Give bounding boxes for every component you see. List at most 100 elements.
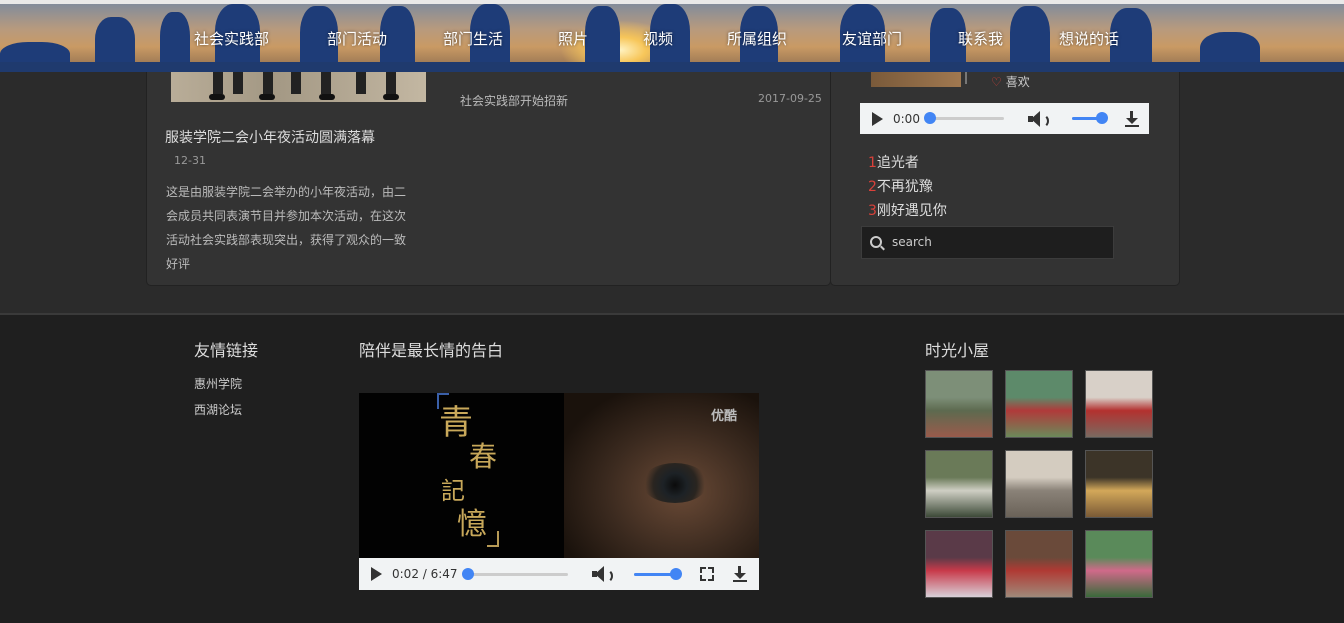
article-date: 12-31 — [174, 154, 206, 167]
image-detail — [383, 94, 399, 100]
article-summary: 这是由服装学院二会举办的小年夜活动，由二会成员共同表演节目并参加本次活动，在这次… — [166, 185, 407, 271]
icon-part — [733, 573, 746, 579]
divider — [965, 72, 967, 84]
icon-part — [707, 567, 714, 573]
poster-char: 青 — [439, 403, 473, 443]
icon-part — [1124, 124, 1139, 127]
track-title: 刚好遇见你 — [876, 203, 947, 219]
volume-wave — [605, 569, 613, 583]
image-detail — [233, 72, 243, 94]
download-icon[interactable] — [732, 565, 748, 583]
audio-time: 0:00 — [893, 111, 920, 126]
news-date: 2017-09-25 — [758, 92, 822, 105]
video-section-title: 陪伴是最长情的告白 — [359, 341, 504, 360]
image-detail — [263, 72, 273, 94]
content-panel: 服装学院二会小年夜活动圆满落幕 12-31 这是由服装学院二会举办的小年夜活动，… — [146, 72, 831, 286]
header-banner: 社会实践部 部门活动 部门生活 照片 视频 所属组织 友谊部门 联系我 想说的话 — [0, 0, 1344, 72]
gallery-photo[interactable] — [925, 530, 993, 598]
nav-item-dept-activities[interactable]: 部门活动 — [327, 28, 387, 49]
gallery-photo[interactable] — [1005, 530, 1073, 598]
volume-handle[interactable] — [669, 567, 682, 580]
image-detail — [291, 72, 301, 94]
gallery-photo[interactable] — [925, 370, 993, 438]
album-cover — [871, 72, 961, 87]
icon-part — [699, 575, 706, 581]
volume-icon[interactable] — [1027, 110, 1049, 128]
track-number: 3 — [868, 203, 877, 219]
image-detail — [386, 72, 396, 94]
image-detail — [209, 94, 225, 100]
track-number: 1 — [868, 155, 877, 171]
gallery-title: 时光小屋 — [925, 341, 990, 360]
image-detail — [321, 72, 331, 94]
track-title: 不再犹豫 — [876, 179, 933, 195]
playlist: 1追光者 2不再犹豫 3刚好遇见你 — [868, 151, 947, 223]
article-image[interactable] — [171, 72, 426, 102]
video-controls: 0:02 / 6:47 — [359, 558, 759, 590]
sidebar-panel: ♡ 喜欢 0:00 1追光者 2不再犹豫 3刚好遇见你 — [830, 72, 1180, 286]
nav-item-contact[interactable]: 联系我 — [958, 28, 1003, 49]
volume-slider[interactable] — [1071, 112, 1108, 124]
playlist-item[interactable]: 3刚好遇见你 — [868, 199, 947, 223]
download-icon[interactable] — [1124, 110, 1140, 128]
image-detail — [213, 72, 223, 94]
like-label: 喜欢 — [1005, 75, 1030, 89]
fullscreen-icon[interactable] — [699, 567, 714, 581]
nav-item-videos[interactable]: 视频 — [643, 28, 673, 49]
footer: 友情链接 惠州学院 西湖论坛 陪伴是最长情的告白 青 春 記 憶 优酷 0:02… — [0, 313, 1344, 623]
audio-player: 0:00 — [860, 103, 1149, 134]
gallery-photo[interactable] — [1005, 370, 1073, 438]
video-poster-text-area: 青 春 記 憶 — [359, 393, 564, 558]
playlist-item[interactable]: 1追光者 — [868, 151, 947, 175]
heart-icon: ♡ — [991, 75, 1002, 89]
eye-image — [642, 463, 708, 503]
track-title: 追光者 — [876, 155, 919, 171]
audio-seek-slider[interactable] — [923, 112, 1004, 124]
nav-item-dept-life[interactable]: 部门生活 — [443, 28, 503, 49]
image-detail — [319, 94, 335, 100]
link-xihu-forum[interactable]: 西湖论坛 — [194, 401, 242, 418]
gallery-photo[interactable] — [1085, 450, 1153, 518]
poster-bracket — [487, 531, 499, 547]
play-icon[interactable] — [371, 567, 382, 581]
volume-handle[interactable] — [1095, 112, 1108, 124]
gallery-photo[interactable] — [1085, 530, 1153, 598]
poster-char: 憶 — [457, 507, 487, 542]
nav-item-messages[interactable]: 想说的话 — [1059, 28, 1119, 49]
gallery-photo[interactable] — [1085, 370, 1153, 438]
article-title[interactable]: 服装学院二会小年夜活动圆满落幕 — [165, 127, 375, 147]
playlist-item[interactable]: 2不再犹豫 — [868, 175, 947, 199]
video-time: 0:02 / 6:47 — [392, 567, 458, 581]
nav-item-organization[interactable]: 所属组织 — [727, 28, 787, 49]
seek-handle[interactable] — [462, 567, 475, 580]
main-nav: 社会实践部 部门活动 部门生活 照片 视频 所属组织 友谊部门 联系我 想说的话 — [0, 0, 1344, 72]
video-player[interactable]: 青 春 記 憶 优酷 0:02 / 6:47 — [359, 393, 759, 590]
icon-part — [707, 575, 714, 581]
volume-icon[interactable] — [591, 566, 613, 583]
youku-logo: 优酷 — [711, 409, 738, 424]
play-icon[interactable] — [872, 111, 883, 126]
links-title: 友情链接 — [194, 341, 259, 360]
volume-wave — [1041, 113, 1049, 128]
icon-part — [699, 567, 706, 573]
volume-slider[interactable] — [633, 567, 682, 580]
icon-part — [732, 580, 747, 582]
video-seek-slider[interactable] — [462, 567, 568, 580]
gallery-photo[interactable] — [925, 450, 993, 518]
search-icon[interactable] — [870, 236, 882, 248]
nav-item-friendly-depts[interactable]: 友谊部门 — [842, 28, 902, 49]
link-huizhou-university[interactable]: 惠州学院 — [194, 375, 242, 392]
like-button[interactable]: ♡ 喜欢 — [991, 73, 1030, 90]
search-box — [861, 226, 1114, 259]
image-detail — [356, 72, 366, 94]
icon-part — [1125, 117, 1138, 124]
nav-item-photos[interactable]: 照片 — [558, 28, 588, 49]
news-title[interactable]: 社会实践部开始招新 — [460, 92, 568, 109]
nav-item-social-practice[interactable]: 社会实践部 — [194, 28, 269, 49]
track-number: 2 — [868, 179, 877, 195]
gallery-photo[interactable] — [1005, 450, 1073, 518]
seek-handle[interactable] — [923, 112, 936, 124]
poster-char: 春 — [469, 440, 498, 473]
search-input[interactable] — [892, 234, 1102, 250]
image-detail — [259, 94, 275, 100]
